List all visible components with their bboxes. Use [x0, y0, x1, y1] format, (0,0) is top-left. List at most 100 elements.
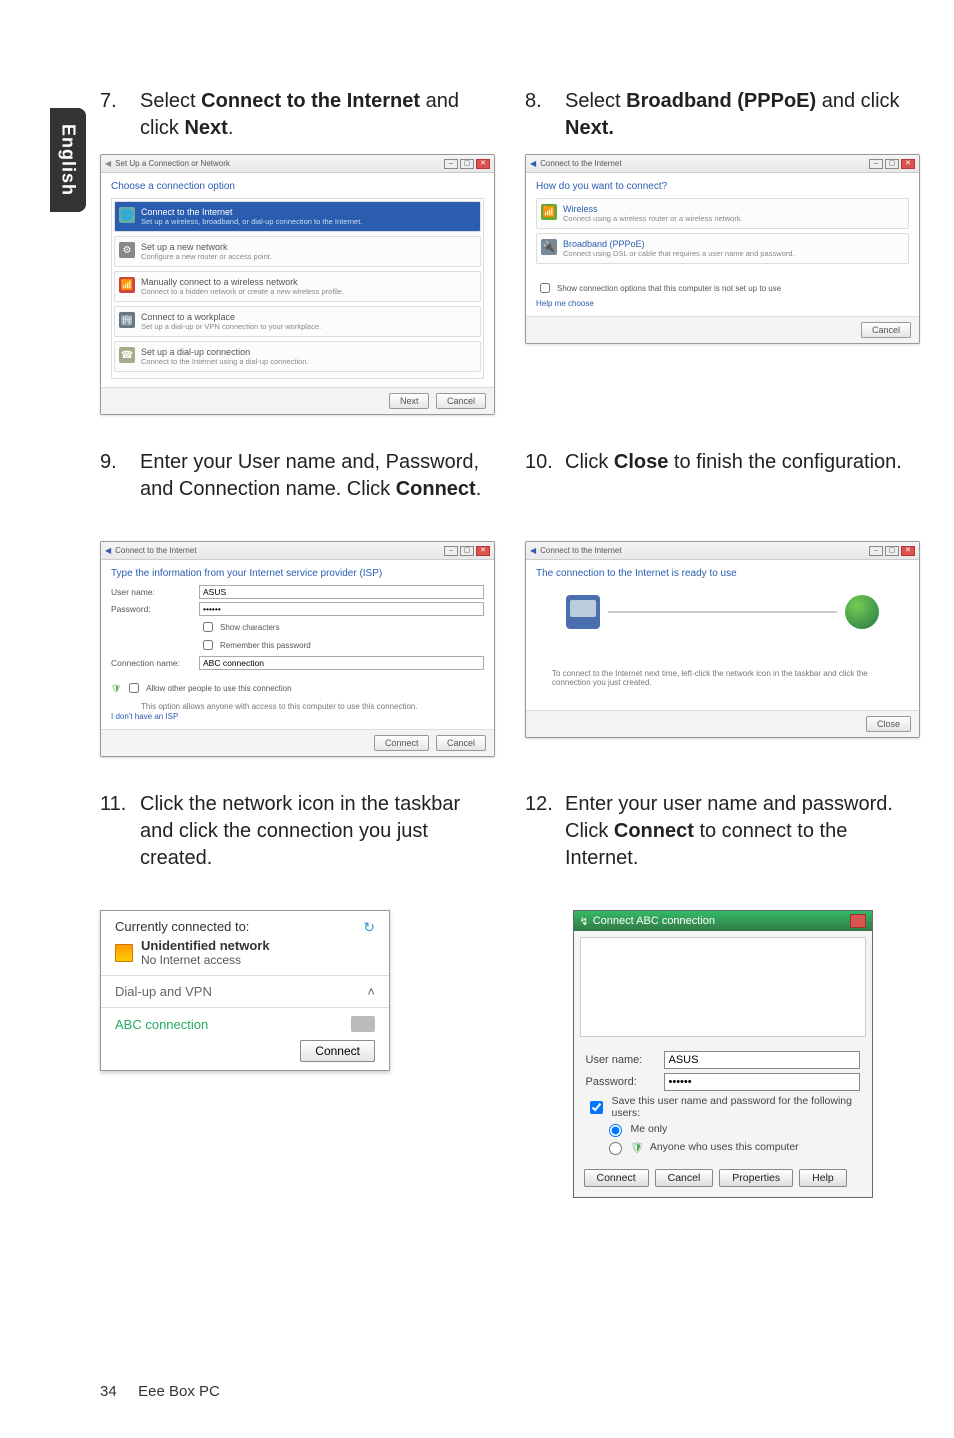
footer-title: Eee Box PC: [138, 1383, 220, 1400]
shield-icon: 🛡: [111, 684, 121, 693]
option-broadband-pppoe[interactable]: 🔌 Broadband (PPPoE)Connect using DSL or …: [536, 233, 909, 264]
maximize-icon[interactable]: ▢: [460, 159, 474, 169]
page-content: 7. Select Connect to the Internet and cl…: [100, 88, 920, 1224]
step-7-num: 7.: [100, 88, 140, 142]
option-workplace[interactable]: 🏢 Connect to a workplaceSet up a dial-up…: [114, 306, 481, 337]
maximize-icon[interactable]: ▢: [460, 546, 474, 556]
save-credentials-checkbox[interactable]: [590, 1101, 603, 1114]
dialog-heading: The connection to the Internet is ready …: [536, 568, 909, 579]
help-button[interactable]: Help: [799, 1169, 847, 1187]
back-icon[interactable]: ◀: [530, 546, 536, 555]
remember-checkbox[interactable]: [203, 640, 213, 650]
step-8-text: 8. Select Broadband (PPPoE) and click Ne…: [525, 88, 920, 142]
back-icon[interactable]: ◀: [105, 159, 111, 168]
connect-button[interactable]: Connect: [300, 1040, 375, 1062]
option-connect-internet[interactable]: 🌐 Connect to the InternetSet up a wirele…: [114, 201, 481, 232]
connection-name: ABC connection: [115, 1017, 208, 1032]
connection-name-label: Connection name:: [111, 658, 191, 668]
properties-button[interactable]: Properties: [719, 1169, 793, 1187]
network-sub: No Internet access: [141, 953, 270, 967]
show-options-checkbox[interactable]: [540, 283, 550, 293]
step-7-text: 7. Select Connect to the Internet and cl…: [100, 88, 495, 142]
next-button[interactable]: Next: [389, 393, 430, 409]
dialup-vpn-label: Dial-up and VPN: [115, 984, 212, 999]
broadband-icon: 🔌: [541, 239, 557, 255]
option-wireless[interactable]: 📶 Manually connect to a wireless network…: [114, 271, 481, 302]
flyout-header: Currently connected to:: [115, 919, 270, 934]
connection-line: [608, 611, 837, 613]
connection-icon: [351, 1016, 375, 1032]
help-choose-link[interactable]: Help me choose: [536, 299, 594, 308]
cancel-button[interactable]: Cancel: [436, 393, 486, 409]
close-icon[interactable]: ✕: [901, 159, 915, 169]
cancel-button[interactable]: Cancel: [436, 735, 486, 751]
step-12-num: 12.: [525, 791, 565, 872]
close-icon[interactable]: ✕: [476, 546, 490, 556]
close-icon[interactable]: [850, 914, 866, 928]
globe-icon: 🌐: [119, 207, 135, 223]
signal-icon: [115, 944, 133, 962]
password-input[interactable]: [199, 602, 484, 616]
username-label: User name:: [111, 587, 191, 597]
cancel-button[interactable]: Cancel: [655, 1169, 714, 1187]
dialog-title: Connect to the Internet: [115, 546, 196, 555]
cancel-button[interactable]: Cancel: [861, 322, 911, 338]
close-icon[interactable]: ✕: [476, 159, 490, 169]
anyone-radio[interactable]: [609, 1142, 622, 1155]
close-button[interactable]: Close: [866, 716, 911, 732]
app-icon: ↯: [580, 915, 589, 928]
connection-item[interactable]: ABC connection: [115, 1016, 375, 1032]
me-only-radio[interactable]: [609, 1124, 622, 1137]
option-dialup[interactable]: ☎ Set up a dial-up connectionConnect to …: [114, 341, 481, 372]
minimize-icon[interactable]: –: [444, 546, 458, 556]
step-12-text: 12. Enter your user name and password. C…: [525, 791, 920, 872]
refresh-icon[interactable]: ↻: [363, 919, 375, 936]
step-8-num: 8.: [525, 88, 565, 142]
dialog-connect-internet: ◀ Connect to the Internet – ▢ ✕ How do y…: [525, 154, 920, 344]
phone-icon: ☎: [119, 347, 135, 363]
minimize-icon[interactable]: –: [869, 546, 883, 556]
page-footer: 34 Eee Box PC: [100, 1383, 220, 1400]
globe-icon: [845, 595, 879, 629]
connection-image: [580, 937, 866, 1037]
minimize-icon[interactable]: –: [869, 159, 883, 169]
step-9-num: 9.: [100, 449, 140, 503]
username-label: User name:: [586, 1054, 656, 1066]
allow-others-checkbox[interactable]: [129, 683, 139, 693]
show-chars-checkbox[interactable]: [203, 622, 213, 632]
language-tab-label: English: [58, 124, 79, 196]
connect-button[interactable]: Connect: [374, 735, 430, 751]
dialog-title: Connect to the Internet: [540, 159, 621, 168]
step-11-text: 11. Click the network icon in the taskba…: [100, 791, 495, 872]
workplace-icon: 🏢: [119, 312, 135, 328]
no-isp-link[interactable]: I don't have an ISP: [111, 712, 178, 721]
dialog-connection-ready: ◀ Connect to the Internet – ▢ ✕ The conn…: [525, 541, 920, 738]
dialog-setup-connection: ◀ Set Up a Connection or Network – ▢ ✕ C…: [100, 154, 495, 415]
password-input[interactable]: [664, 1073, 860, 1091]
password-label: Password:: [586, 1076, 656, 1088]
connection-name-input[interactable]: [199, 656, 484, 670]
ready-note: To connect to the Internet next time, le…: [552, 669, 893, 687]
dialog-heading: Type the information from your Internet …: [111, 568, 484, 579]
caret-up-icon[interactable]: ˄: [367, 984, 375, 999]
back-icon[interactable]: ◀: [530, 159, 536, 168]
connect-button[interactable]: Connect: [584, 1169, 649, 1187]
allow-others-sub: This option allows anyone with access to…: [141, 702, 484, 711]
minimize-icon[interactable]: –: [444, 159, 458, 169]
step-11-num: 11.: [100, 791, 140, 872]
dialog-heading: How do you want to connect?: [536, 181, 909, 192]
users-icon: 🛡: [631, 1141, 644, 1154]
maximize-icon[interactable]: ▢: [885, 546, 899, 556]
step-9-text: 9. Enter your User name and, Password, a…: [100, 449, 495, 503]
page-number: 34: [100, 1383, 134, 1400]
username-input[interactable]: [664, 1051, 860, 1069]
router-icon: ⚙: [119, 242, 135, 258]
back-icon[interactable]: ◀: [105, 546, 111, 555]
option-wireless[interactable]: 📶 WirelessConnect using a wireless route…: [536, 198, 909, 229]
maximize-icon[interactable]: ▢: [885, 159, 899, 169]
close-icon[interactable]: ✕: [901, 546, 915, 556]
username-input[interactable]: [199, 585, 484, 599]
option-new-network[interactable]: ⚙ Set up a new networkConfigure a new ro…: [114, 236, 481, 267]
network-flyout: Currently connected to: Unidentified net…: [100, 910, 390, 1071]
dialog-connect-abc: ↯Connect ABC connection User name: Passw…: [573, 910, 873, 1198]
